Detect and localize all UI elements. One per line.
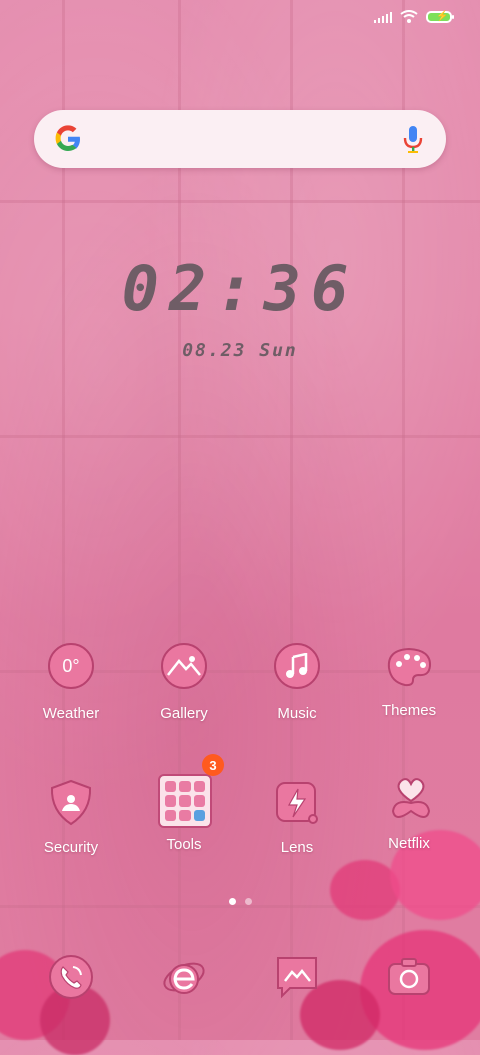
microphone-icon[interactable]	[402, 124, 424, 154]
app-gallery[interactable]: Gallery	[129, 640, 239, 722]
app-music[interactable]: Music	[242, 640, 352, 722]
palette-icon	[383, 640, 435, 692]
battery-charging-icon: ⚡	[426, 10, 454, 23]
messages-icon[interactable]	[274, 954, 320, 1000]
app-label: Gallery	[160, 705, 208, 722]
page-indicator	[0, 898, 480, 905]
weather-icon: 0°	[45, 643, 97, 695]
app-label: Lens	[280, 839, 314, 856]
app-label: Themes	[381, 702, 437, 719]
page-dot[interactable]	[244, 898, 252, 905]
weather-temperature: 0°	[62, 655, 80, 676]
music-note-icon	[271, 643, 323, 695]
app-tools[interactable]: 3 Tools	[129, 754, 239, 853]
app-weather[interactable]: 0° Weather	[16, 640, 126, 722]
shield-icon	[45, 777, 97, 829]
browser-icon[interactable]	[161, 954, 207, 1000]
app-label: Weather	[42, 705, 100, 722]
google-g-icon	[55, 125, 80, 151]
phone-icon[interactable]	[48, 954, 94, 1000]
app-label: Tools	[166, 836, 202, 853]
cellular-signal-icon	[374, 11, 392, 23]
app-themes[interactable]: Themes	[354, 640, 464, 719]
app-netflix[interactable]: Netflix	[354, 773, 464, 852]
notification-badge: 3	[202, 754, 224, 776]
heart-clover-icon	[383, 773, 435, 825]
clock-date[interactable]: 08.23 Sun	[0, 340, 480, 361]
clock-time[interactable]: 02:36	[0, 252, 480, 325]
page-dot-active[interactable]	[228, 898, 236, 905]
wifi-icon	[400, 10, 418, 23]
app-label: Netflix	[388, 835, 430, 852]
gallery-icon	[158, 643, 210, 695]
app-lens[interactable]: Lens	[242, 777, 352, 856]
app-label: Security	[43, 839, 99, 856]
status-bar: ⚡	[374, 10, 454, 23]
camera-icon[interactable]	[386, 954, 432, 1000]
app-label: Music	[277, 705, 317, 722]
lens-icon	[271, 777, 323, 829]
app-security[interactable]: Security	[16, 777, 126, 856]
tools-folder-icon: 3	[158, 754, 224, 828]
google-search-bar[interactable]	[34, 110, 446, 168]
